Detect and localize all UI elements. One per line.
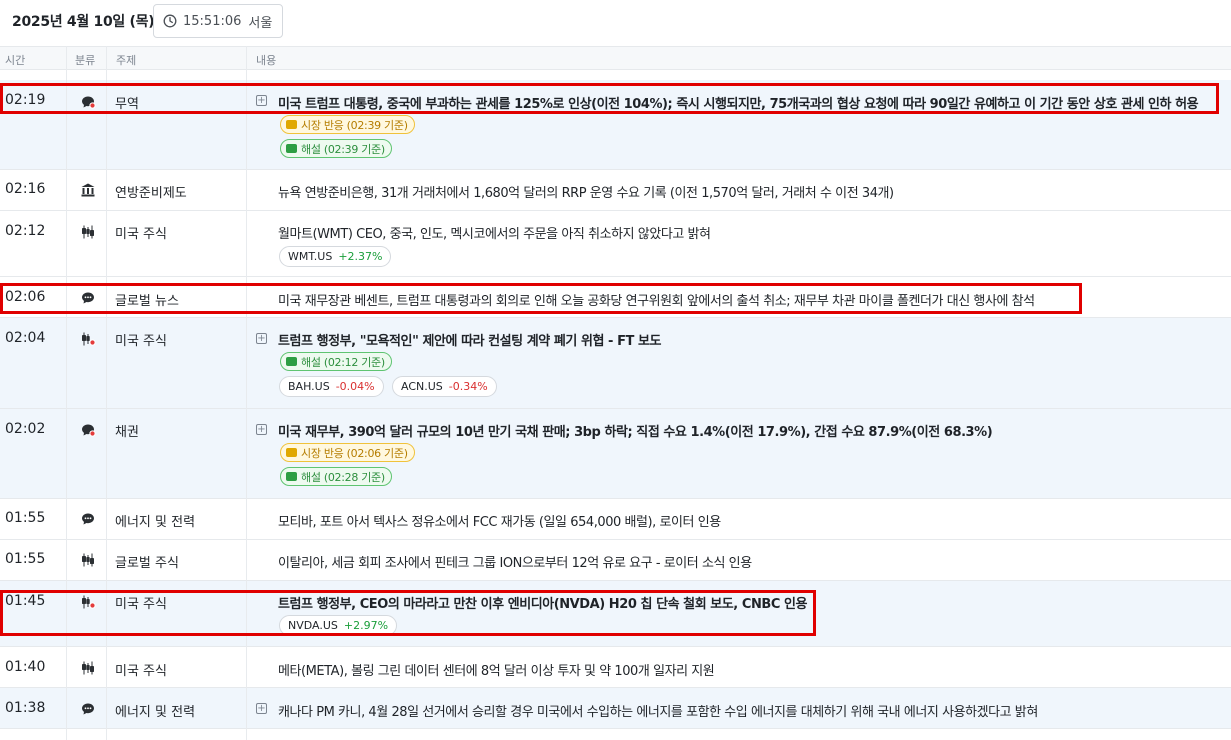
- column-header-category: 분류: [75, 54, 96, 67]
- highlight-box: [0, 590, 816, 636]
- row-time: 02:12: [5, 223, 46, 239]
- expand-toggle-icon[interactable]: +: [256, 424, 267, 435]
- row-time: 01:55: [5, 510, 46, 526]
- row-time: 02:16: [5, 181, 46, 197]
- news-row[interactable]: 02:12 미국 주식 월마트(WMT) CEO, 중국, 인도, 멕시코에서의…: [0, 211, 1231, 277]
- news-row[interactable]: 01:55 글로벌 주식 이탈리아, 세금 회피 조사에서 핀테크 그룹 ION…: [0, 540, 1231, 581]
- row-topic: 채권: [115, 425, 139, 440]
- row-headline[interactable]: 미국 재무부, 390억 달러 규모의 10년 만기 국채 판매; 3bp 하락…: [278, 421, 993, 440]
- highlight-box: [0, 83, 1219, 114]
- speech-bubble-icon: [286, 448, 297, 457]
- row-headline[interactable]: 월마트(WMT) CEO, 중국, 인도, 멕시코에서의 주문을 아직 취소하지…: [278, 223, 711, 242]
- expand-toggle-icon[interactable]: +: [256, 333, 267, 344]
- clock-selector[interactable]: 15:51:06 서울: [153, 4, 283, 38]
- clock-city: 서울: [248, 15, 273, 31]
- row-headline[interactable]: 트럼프 행정부, "모욕적인" 제안에 따라 컨설팅 계약 폐기 위협 - FT…: [278, 330, 661, 349]
- row-time: 01:55: [5, 551, 46, 567]
- row-headline[interactable]: 캐나다 PM 카니, 4월 28일 선거에서 승리할 경우 미국에서 수입하는 …: [278, 701, 1038, 720]
- row-headline[interactable]: 메타(META), 볼링 그린 데이터 센터에 8억 달러 이상 투자 및 약 …: [278, 660, 715, 679]
- clock-icon: [163, 14, 177, 28]
- candlestick-alert-icon: [82, 332, 96, 346]
- analysis-badge[interactable]: 해설 (02:12 기준): [280, 352, 392, 371]
- news-row[interactable]: 01:55 에너지 및 전력 모티바, 포트 아서 텍사스 정유소에서 FCC …: [0, 499, 1231, 540]
- column-header-time: 시간: [5, 54, 26, 67]
- news-row[interactable]: 02:02 채권 + 미국 재무부, 390억 달러 규모의 10년 만기 국채…: [0, 409, 1231, 499]
- top-bar: 2025년 4월 10일 (목) 15:51:06 서울: [0, 0, 1231, 46]
- speech-bubble-icon: [286, 144, 297, 153]
- row-time: 02:02: [5, 421, 46, 437]
- row-time: 01:40: [5, 659, 46, 675]
- chat-icon: [82, 703, 94, 715]
- speech-bubble-icon: [286, 120, 297, 129]
- column-header-content: 내용: [256, 54, 277, 67]
- ticker-badge[interactable]: WMT.US +2.37%: [279, 246, 392, 267]
- date-label: 2025년 4월 10일 (목): [12, 14, 155, 30]
- row-topic: 미국 주식: [115, 664, 167, 679]
- row-topic: 미국 주식: [115, 227, 167, 242]
- news-row[interactable]: 02:16 연방준비제도 뉴욕 연방준비은행, 31개 거래처에서 1,680억…: [0, 170, 1231, 211]
- row-time: 02:04: [5, 330, 46, 346]
- speech-bubble-icon: [286, 472, 297, 481]
- column-header-topic: 주제: [116, 54, 137, 67]
- market-reaction-badge[interactable]: 시장 반응 (02:39 기준): [280, 115, 415, 134]
- candlestick-icon: [82, 225, 94, 239]
- speech-bubble-icon: [286, 357, 297, 366]
- chat-alert-icon: [82, 424, 96, 437]
- chat-icon: [82, 513, 94, 525]
- expand-toggle-icon[interactable]: +: [256, 703, 267, 714]
- row-topic: 연방준비제도: [115, 186, 187, 201]
- candlestick-icon: [82, 661, 94, 675]
- analysis-badge[interactable]: 해설 (02:39 기준): [280, 139, 392, 158]
- row-headline[interactable]: 이탈리아, 세금 회피 조사에서 핀테크 그룹 ION으로부터 12억 유로 요…: [278, 552, 752, 571]
- analysis-badge[interactable]: 해설 (02:28 기준): [280, 467, 392, 486]
- market-reaction-badge[interactable]: 시장 반응 (02:06 기준): [280, 443, 415, 462]
- news-row[interactable]: 01:38 에너지 및 전력 + 캐나다 PM 카니, 4월 28일 선거에서 …: [0, 688, 1231, 729]
- row-topic: 글로벌 주식: [115, 556, 179, 571]
- bank-icon: [81, 183, 95, 197]
- news-row[interactable]: 02:04 미국 주식 + 트럼프 행정부, "모욕적인" 제안에 따라 컨설팅…: [0, 318, 1231, 409]
- ticker-badge[interactable]: ACN.US -0.34%: [392, 376, 497, 397]
- ticker-badge[interactable]: BAH.US -0.04%: [279, 376, 384, 397]
- row-headline[interactable]: 모티바, 포트 아서 텍사스 정유소에서 FCC 재가동 (일일 654,000…: [278, 511, 721, 530]
- candlestick-icon: [82, 553, 94, 567]
- row-topic: 미국 주식: [115, 334, 167, 349]
- row-time: 01:38: [5, 700, 46, 716]
- row-topic: 에너지 및 전력: [115, 515, 196, 530]
- row-topic: 에너지 및 전력: [115, 705, 196, 720]
- clock-time: 15:51:06: [183, 13, 242, 29]
- column-header-bar: 시간 분류 주제 내용: [0, 46, 1231, 70]
- row-headline[interactable]: 뉴욕 연방준비은행, 31개 거래처에서 1,680억 달러의 RRP 운영 수…: [278, 182, 894, 201]
- highlight-box: [0, 283, 1082, 314]
- news-row[interactable]: 01:40 미국 주식 메타(META), 볼링 그린 데이터 센터에 8억 달…: [0, 647, 1231, 688]
